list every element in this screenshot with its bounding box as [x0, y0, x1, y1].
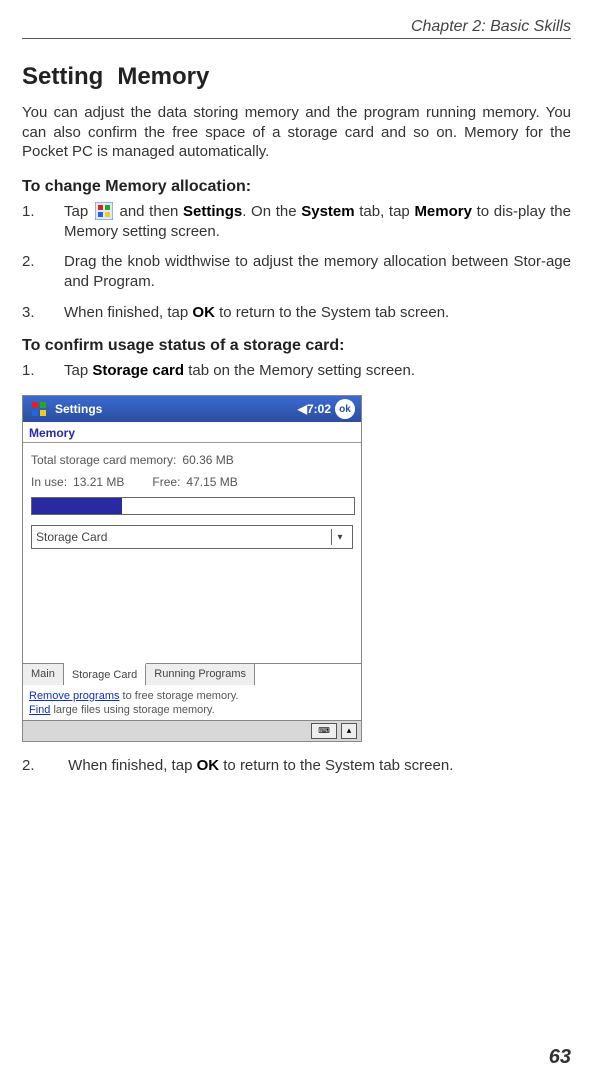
bold-term: Settings [183, 203, 242, 220]
titlebar: Settings ◀ 7:02 ok [23, 396, 361, 422]
screen-heading: Memory [23, 422, 361, 443]
step-text: Drag the knob widthwise to adjust the me… [64, 253, 571, 290]
bottom-tabs: Main Storage Card Running Programs [23, 663, 361, 685]
section-b-list-1: 1. Tap Storage card tab on the Memory se… [22, 361, 571, 381]
step-number: 3. [22, 303, 35, 323]
usage-progress-bar [31, 497, 355, 515]
step-text: . On the [242, 203, 301, 220]
bold-term: System [301, 203, 354, 220]
list-item: 2. When finished, tap OK to return to th… [22, 756, 571, 776]
embedded-screenshot: Settings ◀ 7:02 ok Memory Total storage … [22, 395, 362, 742]
list-item: 1. Tap Storage card tab on the Memory se… [22, 361, 571, 381]
inuse-label: In use: [31, 475, 67, 489]
hint-text: large files using storage memory. [50, 704, 214, 716]
step-text: to return to the System tab screen. [219, 757, 453, 774]
total-label: Total storage card memory: [31, 453, 176, 467]
screen-body: Total storage card memory: 60.36 MB In u… [23, 443, 361, 663]
window-title: Settings [55, 402, 102, 416]
bold-term: Storage card [92, 362, 184, 379]
step-text: When finished, tap [64, 304, 192, 321]
bold-term: OK [197, 757, 220, 774]
tab-running-programs[interactable]: Running Programs [146, 664, 255, 685]
sip-arrow-icon[interactable]: ▴ [341, 723, 357, 739]
step-number: 2. [22, 756, 35, 776]
section-a-list: 1. Tap and then Settings. On the System … [22, 202, 571, 323]
storage-card-dropdown[interactable]: Storage Card ▾ [31, 525, 353, 549]
section-a-title: To change Memory allocation: [22, 178, 571, 196]
tab-storage-card[interactable]: Storage Card [64, 663, 146, 685]
title-part-1: Setting [22, 63, 103, 90]
bold-term: Memory [414, 203, 472, 220]
chapter-header: Chapter 2: Basic Skills [22, 18, 571, 39]
step-text: When finished, tap [68, 757, 196, 774]
step-text: Tap [64, 203, 93, 220]
section-b-title: To confirm usage status of a storage car… [22, 337, 571, 355]
list-item: 1. Tap and then Settings. On the System … [22, 202, 571, 243]
page-title: Setting Memory [22, 63, 571, 91]
step-number: 2. [22, 252, 35, 272]
clock-time: 7:02 [307, 402, 331, 416]
total-value: 60.36 MB [182, 453, 233, 467]
sip-bar: ⌨ ▴ [23, 720, 361, 741]
step-text: to return to the System tab screen. [215, 304, 449, 321]
dropdown-value: Storage Card [36, 530, 107, 544]
list-item: 2. Drag the knob widthwise to adjust the… [22, 252, 571, 293]
intro-paragraph: You can adjust the data storing memory a… [22, 103, 571, 162]
step-text: tab, tap [355, 203, 415, 220]
free-value: 47.15 MB [186, 475, 237, 489]
remove-programs-link[interactable]: Remove programs [29, 690, 119, 702]
chevron-down-icon[interactable]: ▾ [331, 529, 348, 545]
title-part-2: Memory [117, 63, 209, 90]
keyboard-icon[interactable]: ⌨ [311, 723, 337, 739]
step-number: 1. [22, 361, 35, 381]
free-label: Free: [152, 475, 180, 489]
step-text: Tap [64, 362, 92, 379]
hints-area: Remove programs to free storage memory. … [23, 685, 361, 720]
inuse-value: 13.21 MB [73, 475, 124, 489]
find-link[interactable]: Find [29, 704, 50, 716]
start-flag-icon[interactable] [29, 400, 49, 418]
ok-button[interactable]: ok [335, 399, 355, 419]
step-text: tab on the Memory setting screen. [184, 362, 415, 379]
volume-icon[interactable]: ◀ 7:02 [298, 402, 331, 416]
step-text: and then [120, 203, 184, 220]
bold-term: OK [192, 304, 215, 321]
start-icon [95, 202, 113, 220]
usage-progress-fill [32, 498, 122, 514]
list-item: 3. When finished, tap OK to return to th… [22, 303, 571, 323]
hint-text: to free storage memory. [119, 690, 238, 702]
page-number: 63 [549, 1046, 571, 1069]
section-b-list-2: 2. When finished, tap OK to return to th… [22, 756, 571, 776]
tab-main[interactable]: Main [23, 664, 64, 685]
step-number: 1. [22, 202, 35, 222]
